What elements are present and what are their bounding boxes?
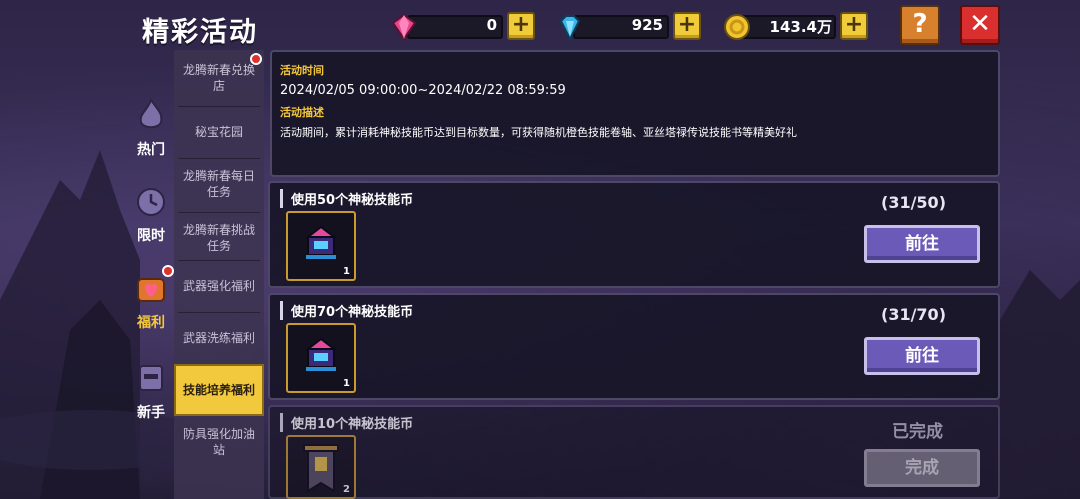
blue-diamond-icon xyxy=(559,15,581,42)
submenu-item-weapon-refine[interactable]: 武器洗练福利 xyxy=(174,312,264,364)
category-hot-label: 热门 xyxy=(137,142,165,158)
submenu-item-treasure-garden[interactable]: 秘宝花园 xyxy=(174,106,264,158)
reward-quantity: 1 xyxy=(343,266,350,277)
reward-slot[interactable]: 2 xyxy=(286,435,356,499)
category-limited-label: 限时 xyxy=(137,228,165,244)
task-row: 使用50个神秘技能币 1 (31/50) 前往 xyxy=(268,181,1000,288)
category-beginner-label: 新手 xyxy=(137,405,165,421)
submenu-item-weapon-enhance[interactable]: 武器强化福利 xyxy=(174,260,264,312)
currency-gold-coin: 143.4万 + xyxy=(722,12,868,42)
help-button[interactable]: ? xyxy=(900,5,940,45)
activity-info-panel: 活动时间 2024/02/05 09:00:00~2024/02/22 08:5… xyxy=(270,50,1000,177)
category-welfare-label: 福利 xyxy=(137,315,165,331)
add-pink-gem-button[interactable]: + xyxy=(507,12,535,40)
task-row: 使用70个神秘技能币 1 (31/70) 前往 xyxy=(268,293,1000,400)
gold-count: 143.4万 xyxy=(769,18,832,36)
pink-gem-count: 0 xyxy=(486,16,497,34)
close-button[interactable]: ✕ xyxy=(960,5,1000,45)
reward-quantity: 2 xyxy=(343,484,350,495)
activity-desc-value: 活动期间，累计消耗神秘技能币达到目标数量，可获得随机橙色技能卷轴、亚丝塔禄传说技… xyxy=(280,126,797,139)
submenu-item-challenge-tasks[interactable]: 龙腾新春挑战任务 xyxy=(174,212,264,264)
beginner-helmet-icon xyxy=(139,365,163,391)
category-beginner[interactable]: 新手 xyxy=(128,360,174,422)
submenu-item-daily-tasks[interactable]: 龙腾新春每日任务 xyxy=(174,158,264,210)
task-row-completed: 使用10个神秘技能币 2 已完成 完成 xyxy=(268,405,1000,499)
diamond-count: 925 xyxy=(631,16,663,34)
currency-blue-diamond: 925 + xyxy=(555,12,701,42)
completed-button: 完成 xyxy=(864,449,980,487)
reward-quantity: 1 xyxy=(343,378,350,389)
activity-time-heading: 活动时间 xyxy=(280,64,324,77)
go-button[interactable]: 前往 xyxy=(864,337,980,375)
completed-status: 已完成 xyxy=(892,422,943,442)
task-progress: (31/50) xyxy=(881,193,946,212)
category-welfare[interactable]: 福利 xyxy=(128,270,174,332)
activity-desc-heading: 活动描述 xyxy=(280,106,324,119)
submenu-item-skill-training[interactable]: 技能培养福利 xyxy=(174,364,264,416)
task-title: 使用10个神秘技能币 xyxy=(280,413,413,432)
activity-submenu: 龙腾新春兑换店 秘宝花园 龙腾新春每日任务 龙腾新春挑战任务 武器强化福利 武器… xyxy=(174,50,264,499)
category-hot[interactable]: 热门 xyxy=(128,97,174,159)
welfare-notification-dot xyxy=(162,265,174,277)
exchange-shop-notification-dot xyxy=(250,53,262,65)
task-progress: (31/70) xyxy=(881,305,946,324)
pink-gem-icon xyxy=(391,13,417,41)
gold-coin-icon xyxy=(724,14,750,40)
reward-slot[interactable]: 1 xyxy=(286,323,356,393)
add-diamond-button[interactable]: + xyxy=(673,12,701,40)
task-title: 使用70个神秘技能币 xyxy=(280,301,413,320)
clock-icon xyxy=(137,188,165,216)
activity-time-value: 2024/02/05 09:00:00~2024/02/22 08:59:59 xyxy=(280,83,566,98)
add-gold-button[interactable]: + xyxy=(840,12,868,40)
currency-pink-gem: 0 + xyxy=(389,12,535,42)
page-title: 精彩活动 xyxy=(142,17,258,48)
submenu-item-armor-boost[interactable]: 防具强化加油站 xyxy=(174,416,264,468)
reward-slot[interactable]: 1 xyxy=(286,211,356,281)
go-button[interactable]: 前往 xyxy=(864,225,980,263)
hot-flame-icon xyxy=(139,97,163,129)
task-title: 使用50个神秘技能币 xyxy=(280,189,413,208)
category-limited[interactable]: 限时 xyxy=(128,183,174,245)
